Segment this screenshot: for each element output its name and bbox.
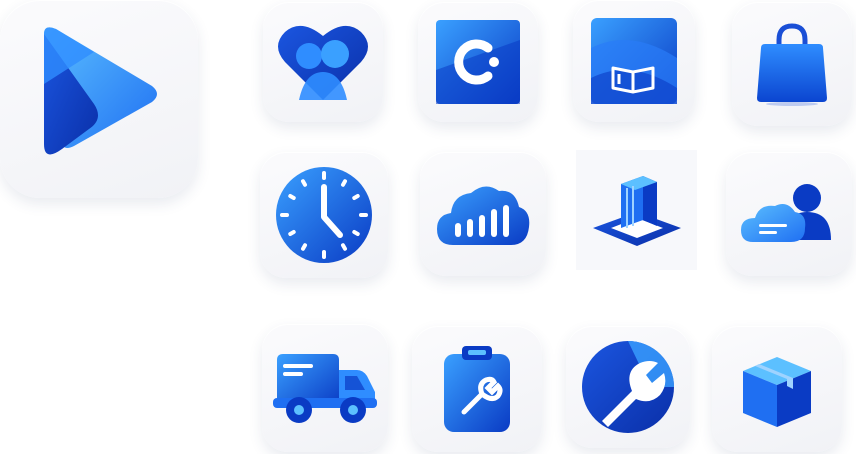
heart-people-icon (275, 20, 371, 104)
cloud-bar-chart-icon (435, 181, 531, 247)
clipboard-wrench-icon (442, 344, 512, 434)
app-tile-open-book[interactable] (573, 0, 695, 122)
app-tile-c-logo[interactable] (418, 2, 538, 122)
app-tile-clipboard-wrench[interactable] (412, 326, 542, 452)
app-tile-shopping-bag[interactable] (732, 2, 852, 126)
package-box-icon (737, 349, 817, 429)
app-tile-layered-blocks[interactable] (576, 150, 697, 270)
app-tile-cloud-user[interactable] (726, 152, 852, 276)
play-logo-icon (34, 24, 164, 174)
app-tile-heart-people[interactable] (263, 2, 383, 122)
cloud-user-icon (741, 182, 837, 246)
clock-icon (274, 165, 374, 265)
c-logo-icon (436, 20, 520, 104)
layered-blocks-icon (591, 170, 683, 250)
delivery-truck-icon (273, 350, 377, 426)
app-tile-package-box[interactable] (712, 326, 842, 452)
app-tile-clock[interactable] (260, 152, 388, 278)
app-tile-cloud-chart[interactable] (420, 152, 546, 276)
app-tile-delivery-truck[interactable] (262, 324, 388, 452)
app-tile-wrench-circle[interactable] (566, 326, 690, 448)
wrench-circle-icon (580, 339, 676, 435)
app-tile-play[interactable] (0, 0, 198, 198)
open-book-icon (591, 18, 677, 104)
shopping-bag-icon (755, 22, 829, 106)
